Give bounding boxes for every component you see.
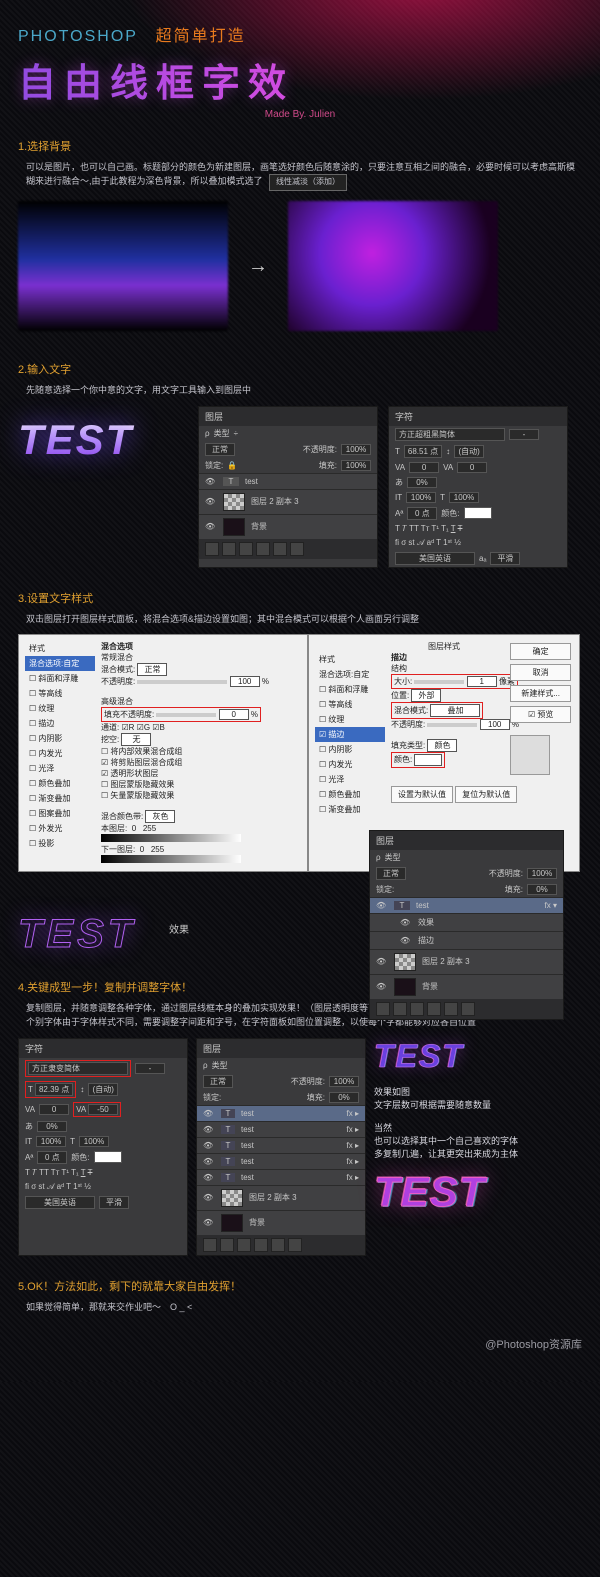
gradient-before bbox=[18, 201, 228, 331]
panel-footer-icons[interactable] bbox=[199, 539, 377, 559]
step-3: 3.设置文字样式 双击图层打开图层样式面板，将混合选项&描边设置如图；其中混合模… bbox=[18, 590, 582, 957]
layer-item[interactable]: 👁图层 2 副本 3 bbox=[199, 489, 377, 514]
arrow-icon: → bbox=[248, 255, 268, 278]
dialog-sidebar[interactable]: 样式 混合选项:自定 ☐ 斜面和浮雕 ☐ 等高线 ☐ 纹理 ☐ 描边 ☐ 内阴影… bbox=[25, 641, 95, 851]
step-1: 1.选择背景 可以是图片，也可以自己画。标题部分的颜色为新建图层，画笔选好颜色后… bbox=[18, 138, 582, 331]
sample-test-wireframe: TEST bbox=[374, 1038, 582, 1075]
cancel-button[interactable]: 取消 bbox=[510, 664, 571, 681]
layer-style-dialog-blend[interactable]: 样式 混合选项:自定 ☐ 斜面和浮雕 ☐ 等高线 ☐ 纹理 ☐ 描边 ☐ 内阴影… bbox=[18, 634, 308, 872]
blend-mode-tag: 线性减淡（添加） bbox=[269, 174, 347, 191]
character-panel[interactable]: 字符 方正超粗黑简体- T68.51 点↕(自动) VA0VA0 あ0% IT1… bbox=[388, 406, 568, 568]
ok-button[interactable]: 确定 bbox=[510, 643, 571, 660]
layers-panel-multi[interactable]: 图层 ρ类型 正常不透明度:100% 锁定:填充:0% 👁Ttestfx ▸ 👁… bbox=[196, 1038, 366, 1256]
new-style-button[interactable]: 新建样式... bbox=[510, 685, 571, 702]
effect-label: 效果 bbox=[169, 921, 189, 936]
footer-credit: @Photoshop资源库 bbox=[18, 1336, 582, 1352]
step2-body: 先随意选择一个你中意的文字，用文字工具输入到图层中 bbox=[26, 383, 582, 397]
panel-title: 图层 bbox=[199, 407, 377, 426]
layers-panel-result[interactable]: 图层 ρ类型 正常不透明度:100% 锁定:填充:0% 👁Ttestfx ▾ 👁… bbox=[369, 830, 564, 1020]
step5-title: 5.OK！方法如此，剩下的就靠大家自由发挥！ bbox=[18, 1278, 582, 1294]
sample-test-final: TEST bbox=[374, 1168, 582, 1216]
step2-title: 2.输入文字 bbox=[18, 361, 582, 377]
header-sub: PHOTOSHOP 超简单打造 bbox=[18, 22, 582, 46]
step5-body: 如果觉得简单，那就来交作业吧～ O _ < bbox=[26, 1300, 582, 1314]
preview-check[interactable]: ☑ 预览 bbox=[510, 706, 571, 723]
step1-body: 可以是图片，也可以自己画。标题部分的颜色为新建图层，画笔选好颜色后随意涂的，只要… bbox=[26, 160, 582, 191]
sample-test-filled: TEST bbox=[18, 416, 188, 464]
panel-title: 字符 bbox=[389, 407, 567, 426]
layer-item[interactable]: 👁背景 bbox=[199, 514, 377, 539]
step-4: 4.关键成型一步！复制并调整字体！ 复制图层，并随意调整各种字体，通过图层线框本… bbox=[18, 979, 582, 1256]
step-5: 5.OK！方法如此，剩下的就靠大家自由发挥！ 如果觉得简单，那就来交作业吧～ O… bbox=[18, 1278, 582, 1314]
step3-title: 3.设置文字样式 bbox=[18, 590, 582, 606]
step3-body: 双击图层打开图层样式面板，将混合选项&描边设置如图；其中混合模式可以根据个人画面… bbox=[26, 612, 582, 626]
page-title: 自由线框字效 bbox=[18, 52, 582, 107]
sample-test-outlined: TEST bbox=[18, 912, 136, 956]
layer-item[interactable]: 👁Ttest bbox=[199, 473, 377, 489]
step1-title: 1.选择背景 bbox=[18, 138, 582, 154]
step-2: 2.输入文字 先随意选择一个你中意的文字，用文字工具输入到图层中 TEST 图层… bbox=[18, 361, 582, 567]
gradient-after bbox=[288, 201, 498, 331]
made-by: Made By. Julien bbox=[18, 109, 582, 120]
layers-panel[interactable]: 图层 ρ类型 ÷ 正常不透明度:100% 锁定:🔒填充:100% 👁Ttest … bbox=[198, 406, 378, 568]
character-panel-2[interactable]: 字符 方正隶变简体- T 82.39 点↕(自动) VA0VA -50 あ0% … bbox=[18, 1038, 188, 1256]
